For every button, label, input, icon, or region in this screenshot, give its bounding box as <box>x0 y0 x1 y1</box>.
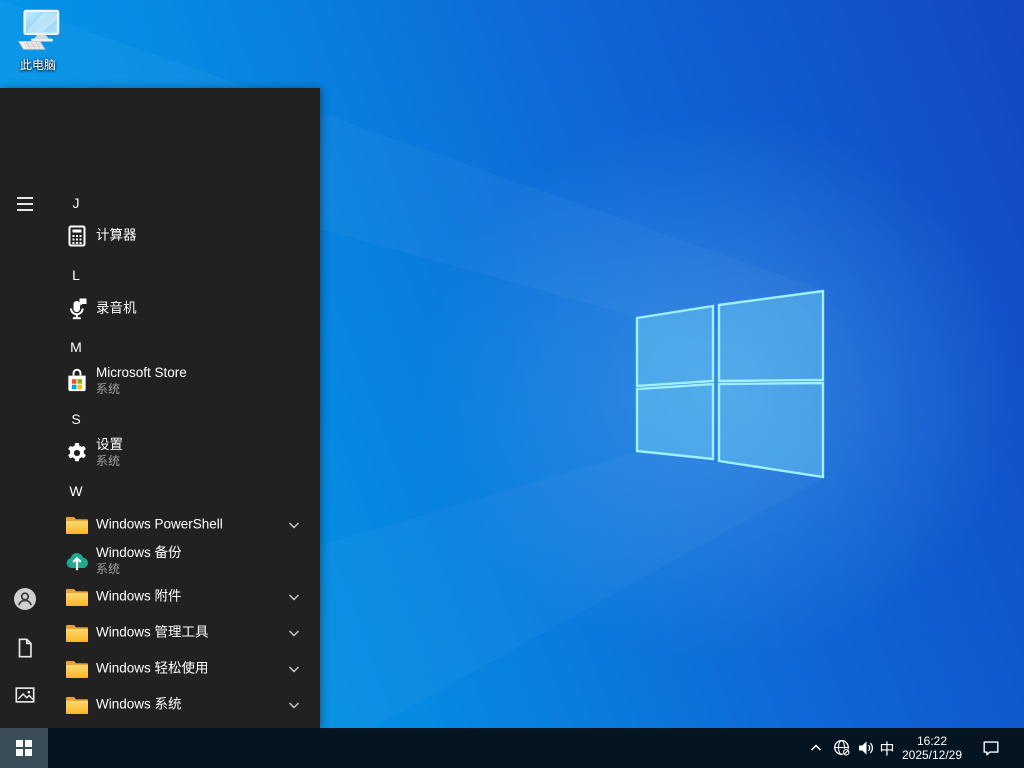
folder-windows-system[interactable]: Windows 系统 <box>0 687 320 723</box>
calculator-icon <box>64 223 90 249</box>
start-button[interactable] <box>0 728 48 768</box>
chevron-down-icon[interactable] <box>286 661 302 677</box>
settings-gear-icon <box>64 440 90 466</box>
section-header-J[interactable]: J <box>0 185 320 221</box>
desktop-icon-label: 此电脑 <box>19 58 56 72</box>
this-pc-desktop-icon[interactable]: 此电脑 <box>6 8 70 73</box>
time-label: 16:22 <box>916 734 948 748</box>
folder-windows-accessories[interactable]: Windows 附件 <box>0 579 320 615</box>
microsoft-store-icon <box>64 368 90 394</box>
volume-button[interactable] <box>854 728 877 768</box>
taskbar: 中 16:22 2025/12/29 <box>0 728 1024 768</box>
section-header-W[interactable]: W <box>0 473 320 509</box>
folder-icon <box>64 692 90 718</box>
voice-recorder-icon <box>64 296 90 322</box>
notification-icon <box>983 741 999 756</box>
action-center-button[interactable] <box>976 728 1006 768</box>
folder-icon <box>64 584 90 610</box>
app-calculator[interactable]: 计算器 <box>0 218 320 254</box>
computer-icon <box>17 9 60 50</box>
globe-no-internet-icon <box>833 740 850 757</box>
section-header-L[interactable]: L <box>0 257 320 293</box>
chevron-down-icon[interactable] <box>286 589 302 605</box>
hidden-icons-chevron[interactable] <box>804 728 828 768</box>
app-settings[interactable]: 设置 系统 <box>0 431 320 475</box>
ime-indicator[interactable]: 中 <box>876 728 898 768</box>
start-menu: J 计算器 L 录音机 M Microsoft Store 系统 S 设置 系统… <box>0 88 320 728</box>
chevron-down-icon[interactable] <box>286 697 302 713</box>
app-windows-backup[interactable]: Windows 备份 系统 <box>0 539 320 583</box>
app-microsoft-store[interactable]: Microsoft Store 系统 <box>0 359 320 403</box>
windows-start-icon <box>16 740 32 756</box>
date-label: 2025/12/29 <box>901 748 963 762</box>
folder-icon <box>64 512 90 538</box>
folder-windows-ease-of-access[interactable]: Windows 轻松使用 <box>0 651 320 687</box>
chevron-down-icon[interactable] <box>286 517 302 533</box>
folder-windows-admin-tools[interactable]: Windows 管理工具 <box>0 615 320 651</box>
chevron-up-icon <box>810 744 822 751</box>
network-status-button[interactable] <box>830 728 853 768</box>
folder-icon <box>64 620 90 646</box>
chevron-down-icon[interactable] <box>286 625 302 641</box>
speaker-icon <box>858 741 873 755</box>
app-voice-recorder[interactable]: 录音机 <box>0 291 320 327</box>
clock[interactable]: 16:22 2025/12/29 <box>898 728 966 768</box>
cloud-backup-icon <box>64 548 90 574</box>
folder-icon <box>64 656 90 682</box>
folder-windows-powershell[interactable]: Windows PowerShell <box>0 507 320 543</box>
